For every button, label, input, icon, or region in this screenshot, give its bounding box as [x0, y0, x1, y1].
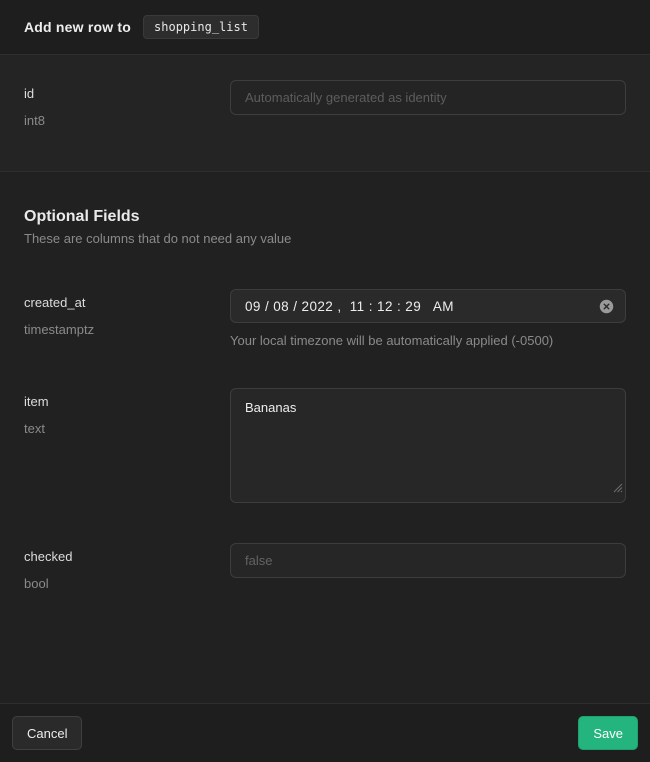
item-textarea[interactable]: Bananas [230, 388, 626, 503]
field-type-item: text [24, 421, 230, 437]
field-type-created-at: timestamptz [24, 322, 230, 338]
panel-footer: Cancel Save [0, 703, 650, 762]
panel-title: Add new row to [24, 19, 131, 35]
checked-control-column [230, 543, 626, 592]
required-fields-section: id int8 [0, 55, 650, 172]
optional-fields-section: Optional Fields These are columns that d… [0, 172, 650, 592]
field-type-checked: bool [24, 576, 230, 592]
cancel-button[interactable]: Cancel [12, 716, 82, 750]
panel-header: Add new row to shopping_list [0, 0, 650, 55]
id-input[interactable] [230, 80, 626, 115]
checked-input[interactable] [230, 543, 626, 578]
clear-datetime-button[interactable] [598, 298, 614, 314]
field-row-item: item text Bananas [24, 388, 626, 503]
timezone-helper-text: Your local timezone will be automaticall… [230, 333, 626, 348]
created-at-input[interactable]: 09 / 08 / 2022 , 11 : 12 : 29 AM [230, 289, 626, 323]
checked-label-column: checked bool [24, 543, 230, 592]
field-row-id: id int8 [24, 80, 626, 129]
save-button[interactable]: Save [578, 716, 638, 750]
circle-x-icon [599, 299, 614, 314]
field-row-created-at: created_at timestamptz 09 / 08 / 2022 , … [24, 289, 626, 348]
id-control-column [230, 80, 626, 129]
optional-fields-heading: Optional Fields [24, 208, 626, 226]
field-label-item: item [24, 394, 230, 410]
created-at-control-column: 09 / 08 / 2022 , 11 : 12 : 29 AM Your lo… [230, 289, 626, 348]
add-row-panel: Add new row to shopping_list id int8 Opt… [0, 0, 650, 762]
field-label-created-at: created_at [24, 295, 230, 311]
field-type-id: int8 [24, 113, 230, 129]
optional-fields-subtitle: These are columns that do not need any v… [24, 231, 626, 246]
created-at-value: 09 / 08 / 2022 , 11 : 12 : 29 AM [245, 299, 454, 314]
table-name-badge: shopping_list [143, 15, 259, 39]
id-label-column: id int8 [24, 80, 230, 129]
item-control-column: Bananas [230, 388, 626, 503]
item-label-column: item text [24, 388, 230, 503]
field-label-checked: checked [24, 549, 230, 565]
created-at-label-column: created_at timestamptz [24, 289, 230, 348]
field-row-checked: checked bool [24, 543, 626, 592]
field-label-id: id [24, 86, 230, 102]
